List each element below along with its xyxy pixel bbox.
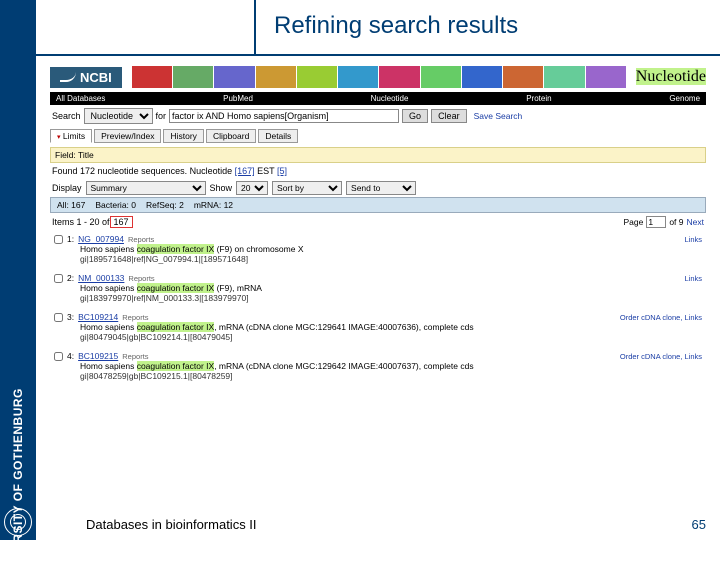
sort-by-select[interactable]: Sort by <box>272 181 342 195</box>
result-accession-link[interactable]: BC109215 <box>78 351 118 361</box>
field-title-bar: Field: Title <box>50 147 706 163</box>
title-left-cell <box>36 0 256 54</box>
go-button[interactable]: Go <box>402 109 428 123</box>
dna-banner-icon <box>132 66 626 88</box>
display-select[interactable]: Summary <box>86 181 206 195</box>
result-gi: gi|183979970|ref|NM_000133.3|[183979970] <box>54 293 702 303</box>
found-est-link[interactable]: [5] <box>277 166 287 176</box>
result-links[interactable]: Order cDNA clone, Links <box>620 313 702 322</box>
found-nucleotide-link[interactable]: [167] <box>235 166 255 176</box>
result-checkbox[interactable] <box>54 313 63 322</box>
result-gi: gi|80479045|gb|BC109214.1|[80479045] <box>54 332 702 342</box>
result-index: 1: <box>67 234 74 244</box>
tab-details[interactable]: Details <box>258 129 298 143</box>
search-for-label: for <box>156 111 167 121</box>
footer-page-number: 65 <box>692 517 706 532</box>
university-name: UNIVERSITY OF GOTHENBURG <box>11 388 25 582</box>
down-arrow-icon: ▾ <box>57 134 61 141</box>
tab-history[interactable]: History <box>163 129 203 143</box>
show-count-select[interactable]: 20 <box>236 181 268 195</box>
cat-all[interactable]: All: 167 <box>57 200 85 210</box>
display-label: Display <box>52 183 82 193</box>
result-item: 3: BC109214 Reports Order cDNA clone, Link… <box>50 309 706 348</box>
page-label: Page <box>623 217 643 227</box>
result-links[interactable]: Links <box>684 274 702 283</box>
send-to-select[interactable]: Send to <box>346 181 416 195</box>
result-reports-link[interactable]: Reports <box>122 313 148 322</box>
result-index: 2: <box>67 273 74 283</box>
items-range-label: Items 1 - 20 of <box>52 217 110 227</box>
ncbi-swoosh-icon <box>60 72 76 82</box>
result-accession-link[interactable]: NG_007994 <box>78 234 124 244</box>
university-brand-stripe: UNIVERSITY OF GOTHENBURG <box>0 0 36 540</box>
result-index: 4: <box>67 351 74 361</box>
result-accession-link[interactable]: BC109214 <box>78 312 118 322</box>
slide-title: Refining search results <box>256 0 720 54</box>
search-label: Search <box>52 111 81 121</box>
tab-preview-index[interactable]: Preview/Index <box>94 129 161 143</box>
result-reports-link[interactable]: Reports <box>128 274 154 283</box>
result-description: Homo sapiens coagulation factor IX (F9) … <box>54 244 702 254</box>
result-checkbox[interactable] <box>54 352 63 361</box>
category-bar: All: 167 Bacteria: 0 RefSeq: 2 mRNA: 12 <box>50 197 706 213</box>
nav-all-databases[interactable]: All Databases <box>50 92 111 105</box>
result-reports-link[interactable]: Reports <box>122 352 148 361</box>
result-description: Homo sapiens coagulation factor IX, mRNA… <box>54 322 702 332</box>
page-number-input[interactable] <box>646 216 666 228</box>
result-item: 2: NM_000133 Reports LinksHomo sapiens coa… <box>50 270 706 309</box>
result-checkbox[interactable] <box>54 235 63 244</box>
nav-protein[interactable]: Protein <box>520 92 557 105</box>
cat-bacteria[interactable]: Bacteria: 0 <box>95 200 136 210</box>
university-seal-icon <box>4 508 32 536</box>
result-description: Homo sapiens coagulation factor IX, mRNA… <box>54 361 702 371</box>
search-db-select[interactable]: Nucleotide <box>84 108 153 124</box>
result-gi: gi|189571648|ref|NG_007994.1|[189571648] <box>54 254 702 264</box>
ncbi-logo: NCBI <box>50 67 122 88</box>
ncbi-logo-text: NCBI <box>80 70 112 85</box>
result-gi: gi|80478259|gb|BC109215.1|[80478259] <box>54 371 702 381</box>
page-of-label: of 9 <box>669 217 683 227</box>
footer-course-name: Databases in bioinformatics II <box>86 517 257 532</box>
result-accession-link[interactable]: NM_000133 <box>78 273 124 283</box>
topnav-blackbar: All Databases PubMed Nucleotide Protein … <box>50 92 706 105</box>
cat-refseq[interactable]: RefSeq: 2 <box>146 200 184 210</box>
nucleotide-heading: Nucleotide <box>636 68 706 86</box>
save-search-link[interactable]: Save Search <box>474 111 523 121</box>
result-reports-link[interactable]: Reports <box>128 235 154 244</box>
nav-genome[interactable]: Genome <box>663 92 706 105</box>
result-links[interactable]: Links <box>684 235 702 244</box>
search-query-input[interactable] <box>169 109 399 123</box>
result-checkbox[interactable] <box>54 274 63 283</box>
ncbi-screenshot: NCBI Nucleotide All Databases PubMed Nuc… <box>36 56 720 387</box>
tab-clipboard[interactable]: Clipboard <box>206 129 256 143</box>
found-summary: Found 172 nucleotide sequences. Nucleoti… <box>50 163 706 179</box>
tab-limits[interactable]: ▾ Limits <box>50 129 92 143</box>
show-label: Show <box>210 183 233 193</box>
result-item: 1: NG_007994 Reports LinksHomo sapiens coa… <box>50 231 706 270</box>
result-links[interactable]: Order cDNA clone, Links <box>620 352 702 361</box>
result-description: Homo sapiens coagulation factor IX (F9),… <box>54 283 702 293</box>
result-index: 3: <box>67 312 74 322</box>
clear-button[interactable]: Clear <box>431 109 467 123</box>
slide-title-bar: Refining search results <box>36 0 720 56</box>
nav-pubmed[interactable]: PubMed <box>217 92 259 105</box>
next-page-link[interactable]: Next <box>687 217 704 227</box>
result-item: 4: BC109215 Reports Order cDNA clone, Link… <box>50 348 706 387</box>
items-total-count: 167 <box>110 216 133 228</box>
nav-nucleotide[interactable]: Nucleotide <box>365 92 415 105</box>
cat-mrna[interactable]: mRNA: 12 <box>194 200 233 210</box>
